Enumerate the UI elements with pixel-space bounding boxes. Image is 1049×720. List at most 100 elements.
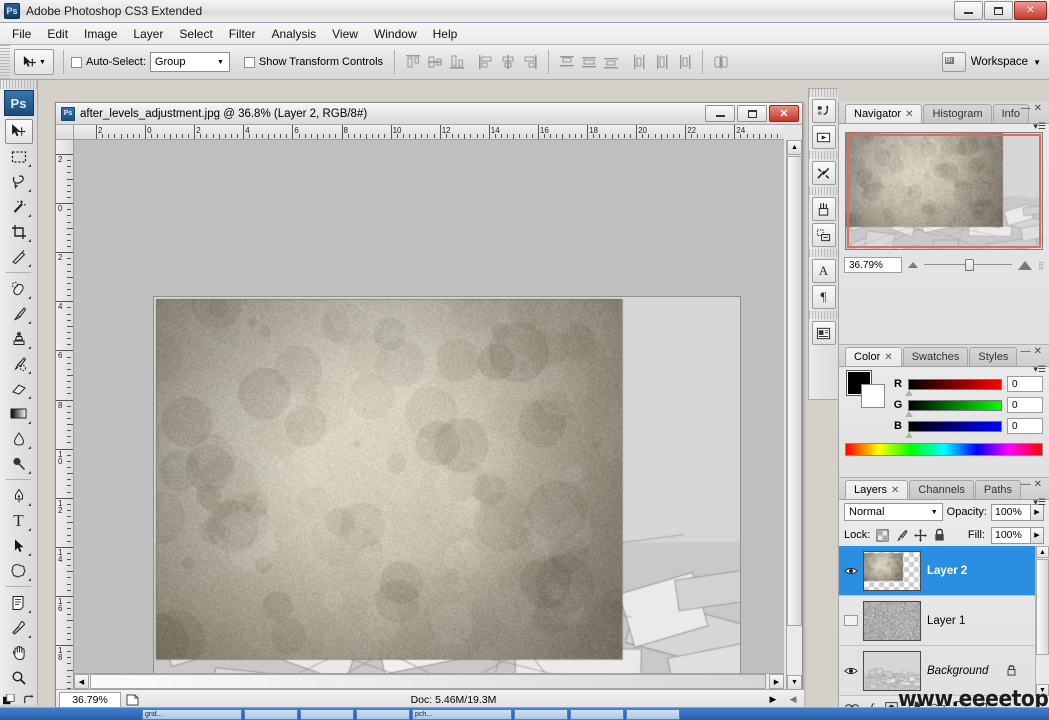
navigator-minimize[interactable]: — [1021, 103, 1034, 114]
layers-scroll-thumb[interactable] [1036, 559, 1049, 655]
navigator-view-box[interactable] [847, 134, 1041, 248]
menu-edit[interactable]: Edit [39, 24, 76, 44]
tool-slice[interactable] [5, 244, 33, 269]
tool-history-brush[interactable] [5, 351, 33, 376]
align-vertical-centers-button[interactable] [425, 52, 445, 72]
menu-layer[interactable]: Layer [125, 24, 171, 44]
dock-rail-grip-5[interactable] [809, 311, 838, 319]
taskbar-item-6[interactable] [514, 708, 568, 720]
distribute-vertical-centers-button[interactable] [579, 52, 599, 72]
vertical-scroll-thumb[interactable] [787, 156, 802, 626]
auto-select-checkbox[interactable] [71, 56, 82, 68]
menu-help[interactable]: Help [425, 24, 466, 44]
bridge-icon[interactable]: Br [941, 52, 966, 72]
menu-select[interactable]: Select [171, 24, 220, 44]
taskbar-item-2[interactable] [244, 708, 298, 720]
navigator-panel-menu-icon[interactable]: ▾☰ [1033, 121, 1046, 132]
tool-presets-panel-icon[interactable] [811, 161, 836, 185]
distribute-bottom-edges-button[interactable] [601, 52, 621, 72]
navigator-zoom-field[interactable]: 36.79% [844, 257, 902, 273]
tool-preset-picker[interactable]: ▼ [14, 49, 54, 75]
tool-hand[interactable] [5, 640, 33, 665]
layers-scroll-up[interactable]: ▲ [1036, 546, 1049, 558]
color-panel-menu-icon[interactable]: ▾☰ [1033, 364, 1046, 375]
tool-pen[interactable] [5, 483, 33, 508]
canvas-area[interactable] [74, 140, 784, 690]
lock-transparent-pixels-icon[interactable] [876, 528, 889, 542]
tab-swatches[interactable]: Swatches [902, 347, 969, 366]
canvas-horizontal-scrollbar[interactable]: ◀ ▶ [74, 673, 784, 689]
history-panel-icon[interactable] [811, 99, 836, 123]
tool-zoom[interactable] [5, 665, 33, 690]
tool-crop[interactable] [5, 219, 33, 244]
document-title-bar[interactable]: Ps after_levels_adjustment.jpg @ 36.8% (… [56, 103, 802, 125]
close-icon[interactable]: ✕ [905, 109, 913, 120]
close-icon[interactable]: ✕ [891, 485, 899, 496]
layers-close[interactable]: ✕ [1034, 479, 1045, 490]
maximize-button[interactable] [984, 1, 1013, 20]
menu-analysis[interactable]: Analysis [263, 24, 324, 44]
paragraph-panel-icon[interactable]: ¶ [811, 285, 836, 309]
layer-name[interactable]: Background [927, 665, 988, 677]
taskbar-item-8[interactable] [626, 708, 680, 720]
tool-rectangular-marquee[interactable] [5, 144, 33, 169]
dock-rail-grip-2[interactable] [809, 151, 838, 159]
color-close[interactable]: ✕ [1034, 346, 1045, 357]
document-minimize-button[interactable] [705, 105, 735, 122]
zoom-level-field[interactable]: 36.79% [59, 691, 121, 708]
channel-b-knob[interactable] [905, 431, 913, 438]
tool-brush[interactable] [5, 301, 33, 326]
layer-name[interactable]: Layer 2 [927, 565, 967, 577]
distribute-right-edges-button[interactable] [674, 52, 694, 72]
blend-mode-dropdown[interactable]: Normal ▼ [844, 503, 943, 521]
table-row[interactable]: Layer 1 [839, 596, 1049, 646]
tool-move[interactable] [4, 119, 33, 144]
tab-layers[interactable]: Layers ✕ [845, 480, 909, 499]
layer-thumbnail[interactable] [863, 600, 921, 641]
tab-styles[interactable]: Styles [969, 347, 1018, 366]
tool-eyedropper[interactable] [5, 615, 33, 640]
tab-navigator[interactable]: Navigator ✕ [845, 104, 923, 123]
options-bar-grip[interactable] [0, 44, 10, 80]
proxy-preview-icon[interactable] [121, 694, 143, 706]
toolbox-grip[interactable] [0, 80, 37, 89]
taskbar-item-grid[interactable]: grid... [142, 708, 242, 720]
tab-color[interactable]: Color ✕ [845, 347, 902, 366]
zoom-out-icon[interactable] [908, 262, 918, 268]
scroll-right-arrow[interactable]: ▶ [769, 674, 784, 689]
swap-colors-icon[interactable] [22, 694, 35, 707]
auto-align-layers-button[interactable] [711, 52, 731, 72]
layer-visibility-toggle[interactable] [839, 615, 863, 626]
document-close-button[interactable]: ✕ [769, 105, 799, 122]
close-icon[interactable]: ✕ [884, 352, 892, 363]
tool-clone-stamp[interactable] [5, 326, 33, 351]
tool-notes[interactable] [5, 590, 33, 615]
menu-filter[interactable]: Filter [221, 24, 264, 44]
tool-custom-shape[interactable] [5, 558, 33, 583]
status-menu-arrow[interactable]: ▶ [764, 694, 782, 705]
menu-file[interactable]: File [4, 24, 39, 44]
show-transform-controls-checkbox[interactable] [243, 56, 255, 68]
channel-b-slider[interactable] [905, 420, 1002, 438]
workspace-switcher[interactable]: Br Workspace ▼ [941, 52, 1049, 72]
layer-visibility-toggle[interactable] [839, 666, 863, 676]
layers-panel-window-controls[interactable]: —✕ [1021, 479, 1045, 490]
default-colors-icon[interactable] [2, 694, 16, 707]
image-content[interactable] [154, 297, 740, 690]
navigator-close[interactable]: ✕ [1034, 103, 1045, 114]
horizontal-scroll-thumb[interactable] [90, 674, 766, 689]
channel-b-value[interactable]: 0 [1007, 418, 1043, 434]
ruler-corner[interactable] [56, 125, 74, 140]
navigator-zoom-slider[interactable] [924, 258, 1013, 272]
layers-panel-menu-icon[interactable]: ▾☰ [1033, 497, 1046, 508]
align-bottom-edges-button[interactable] [447, 52, 467, 72]
menu-window[interactable]: Window [366, 24, 425, 44]
align-left-edges-button[interactable] [476, 52, 496, 72]
clone-source-panel-icon[interactable] [811, 223, 836, 247]
tool-eraser[interactable] [5, 376, 33, 401]
layer-thumbnail[interactable] [863, 550, 921, 591]
layer-thumbnail[interactable] [863, 650, 921, 691]
layers-list-scrollbar[interactable]: ▲ ▼ [1035, 546, 1049, 696]
channel-r-slider[interactable] [905, 378, 1002, 396]
align-horizontal-centers-button[interactable] [498, 52, 518, 72]
